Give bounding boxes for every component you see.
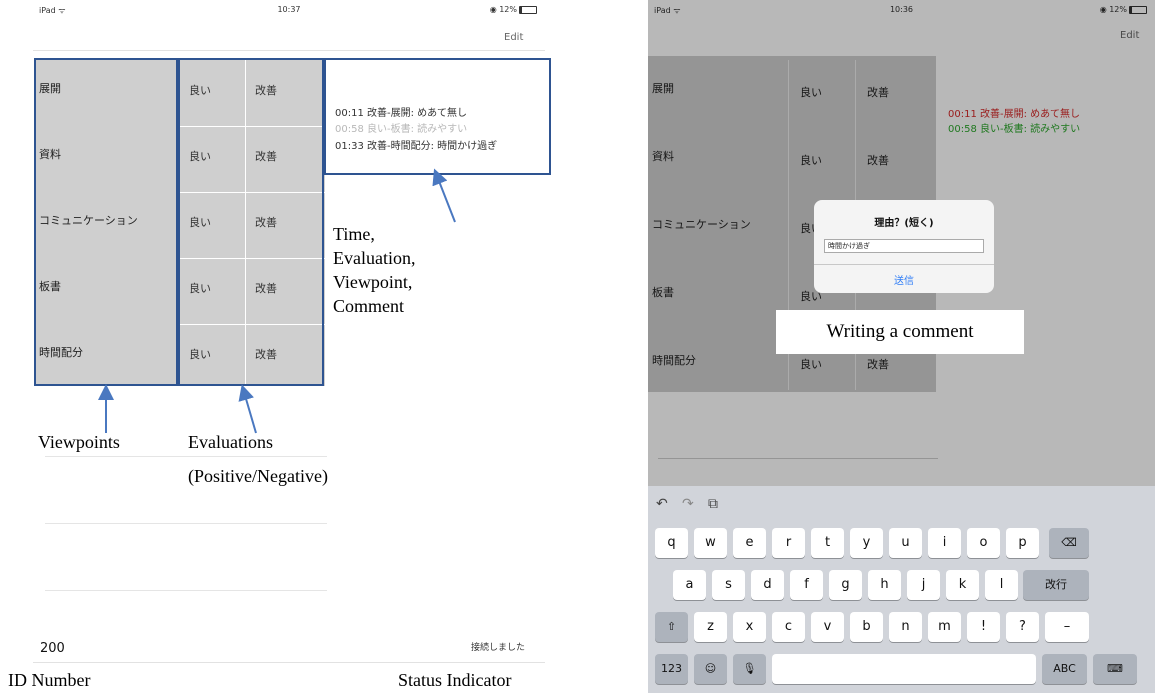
key-s[interactable]: s xyxy=(712,570,745,600)
key-l[interactable]: l xyxy=(985,570,1018,600)
key-p[interactable]: p xyxy=(1006,528,1039,558)
key-f[interactable]: f xyxy=(790,570,823,600)
key-q[interactable]: q xyxy=(655,528,688,558)
caption-line: Evaluation, xyxy=(333,248,416,268)
redo-icon[interactable]: ↷ xyxy=(682,496,694,512)
key-v[interactable]: v xyxy=(811,612,844,642)
key-dash[interactable]: – xyxy=(1045,612,1089,642)
key-w[interactable]: w xyxy=(694,528,727,558)
send-button[interactable]: 送信 xyxy=(814,272,994,287)
comment-caption: Writing a comment xyxy=(776,310,1024,354)
paste-icon[interactable]: ⧉ xyxy=(708,496,718,512)
evaluations-caption-sub: (Positive/Negative) xyxy=(188,466,328,486)
key-x[interactable]: x xyxy=(733,612,766,642)
key-o[interactable]: o xyxy=(967,528,1000,558)
reason-input[interactable]: 時間かけ過ぎ xyxy=(824,239,984,253)
evaluations-caption: Evaluations xyxy=(188,432,273,452)
abc-key[interactable]: ABC xyxy=(1042,654,1087,684)
key-j[interactable]: j xyxy=(907,570,940,600)
space-bar[interactable] xyxy=(772,654,1036,684)
status-caption: Status Indicator xyxy=(398,670,512,690)
key-question[interactable]: ? xyxy=(1006,612,1039,642)
id-caption: ID Number xyxy=(8,670,91,690)
emoji-icon[interactable]: ☺ xyxy=(694,654,727,684)
undo-icon[interactable]: ↶ xyxy=(656,496,668,512)
key-m[interactable]: m xyxy=(928,612,961,642)
arrow-evaluations xyxy=(238,384,257,434)
dialog-divider xyxy=(814,264,994,265)
key-n[interactable]: n xyxy=(889,612,922,642)
key-k[interactable]: k xyxy=(946,570,979,600)
arrow-log xyxy=(432,168,456,223)
key-z[interactable]: z xyxy=(694,612,727,642)
key-h[interactable]: h xyxy=(868,570,901,600)
key-y[interactable]: y xyxy=(850,528,883,558)
reason-dialog: 理由？(短く) 時間かけ過ぎ 送信 xyxy=(814,200,994,293)
key-c[interactable]: c xyxy=(772,612,805,642)
key-u[interactable]: u xyxy=(889,528,922,558)
key-d[interactable]: d xyxy=(751,570,784,600)
key-t[interactable]: t xyxy=(811,528,844,558)
shift-icon[interactable]: ⇧ xyxy=(655,612,688,642)
caption-line: Viewpoint, xyxy=(333,272,413,292)
onscreen-keyboard: ↶ ↷ ⧉ q w e r t y u i o p ⌫ a s d f g h j k l 改行 ⇧ z x c v b n m!? – 1… xyxy=(648,486,1155,693)
key-g[interactable]: g xyxy=(829,570,862,600)
caption-line: Time, xyxy=(333,224,375,244)
dialog-title: 理由？(短く) xyxy=(874,218,934,229)
caption-line: Comment xyxy=(333,296,404,316)
return-key[interactable]: 改行 xyxy=(1023,570,1089,600)
key-e[interactable]: e xyxy=(733,528,766,558)
viewpoints-caption: Viewpoints xyxy=(38,432,120,452)
key-r[interactable]: r xyxy=(772,528,805,558)
key-exclaim[interactable]: ! xyxy=(967,612,1000,642)
keyboard-dismiss-icon[interactable]: ⌨ xyxy=(1093,654,1137,684)
backspace-icon[interactable]: ⌫ xyxy=(1049,528,1089,558)
numbers-key[interactable]: 123 xyxy=(655,654,688,684)
key-b[interactable]: b xyxy=(850,612,883,642)
mic-icon[interactable]: 🎙 xyxy=(733,654,766,684)
key-i[interactable]: i xyxy=(928,528,961,558)
key-a[interactable]: a xyxy=(673,570,706,600)
